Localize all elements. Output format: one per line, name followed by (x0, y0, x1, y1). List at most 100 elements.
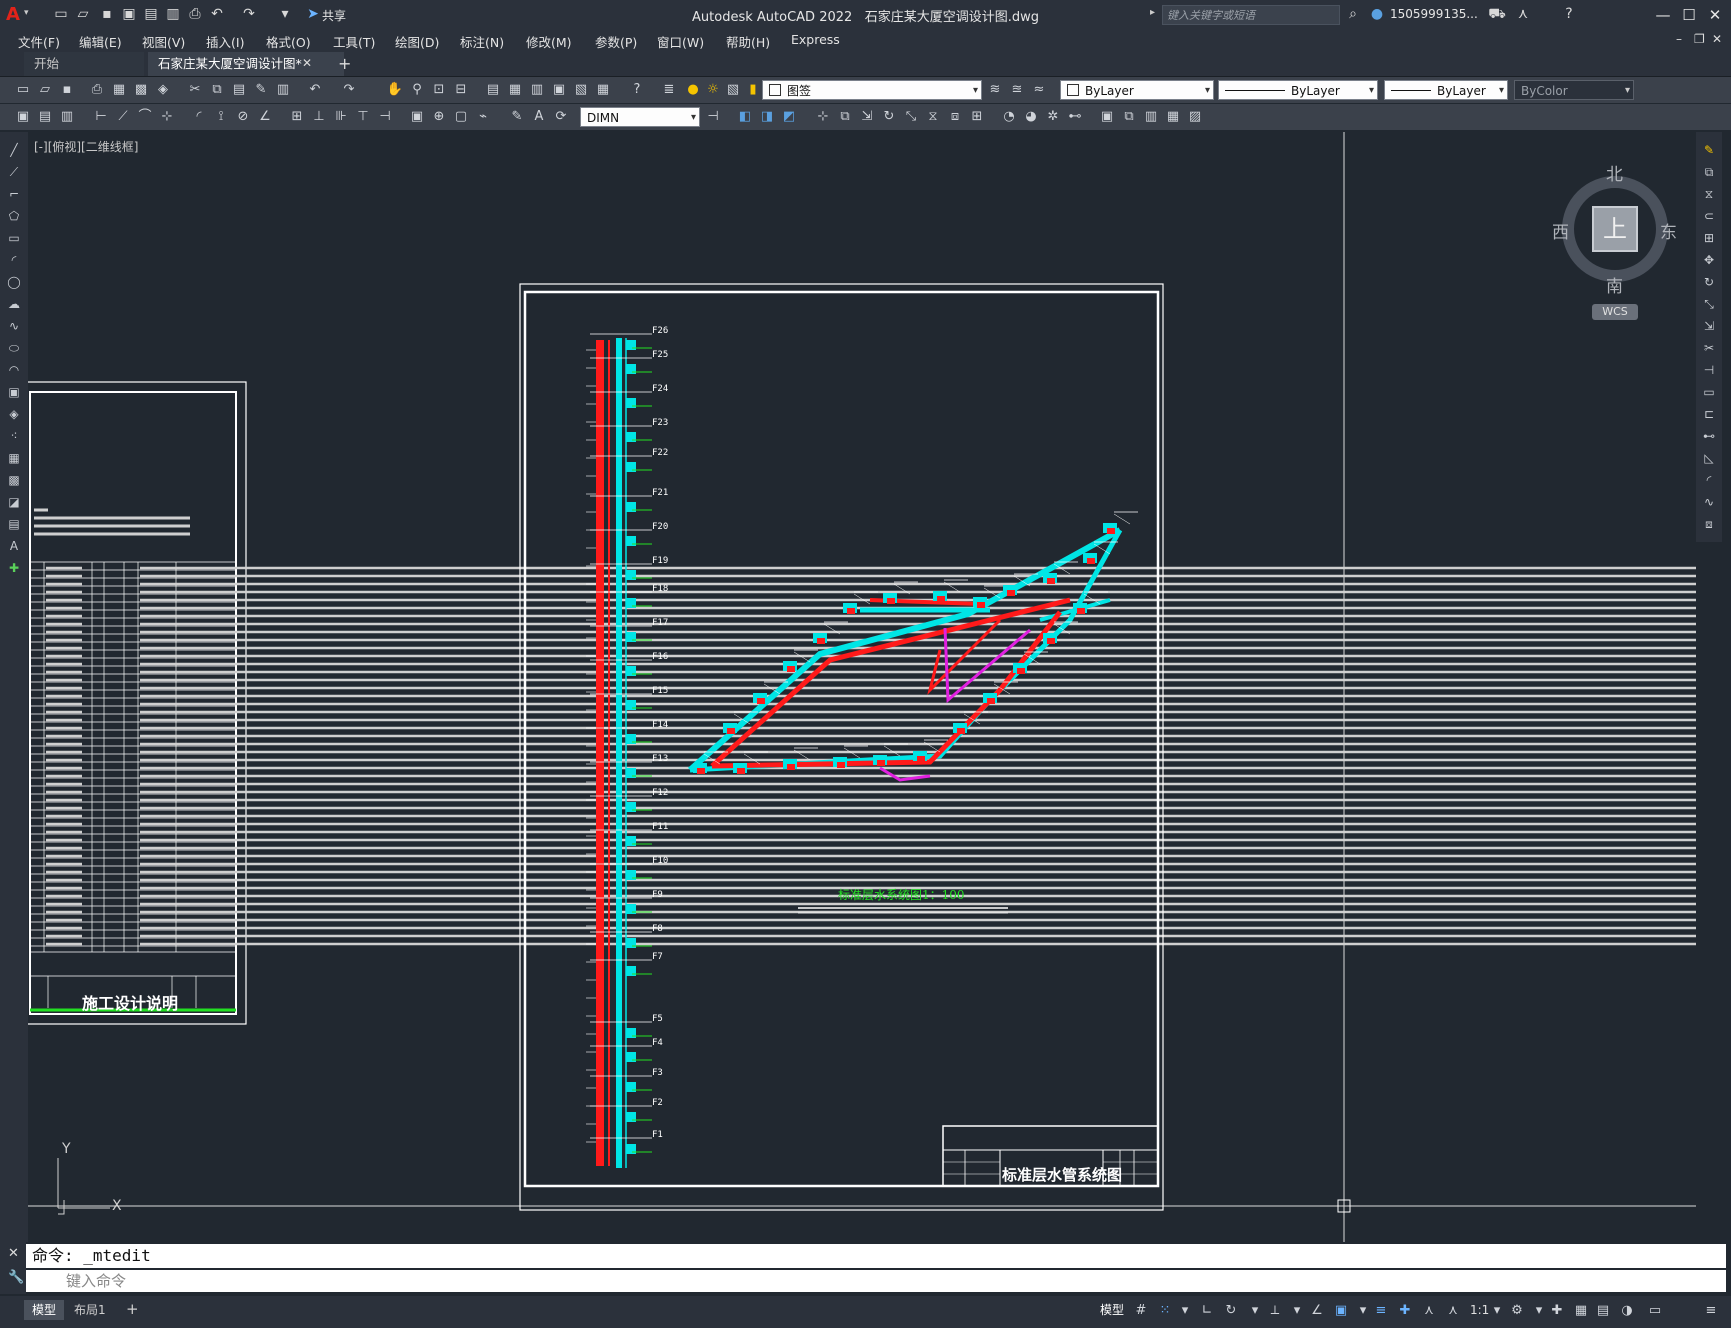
redo-icon[interactable]: ↷ (340, 81, 358, 99)
revcloud-icon[interactable]: ☁ (6, 296, 22, 312)
chamfer-icon[interactable]: ◕ (1022, 108, 1040, 126)
layer-state-icon[interactable]: ≈ (1030, 81, 1048, 99)
add-selected-icon[interactable]: ✚ (6, 560, 22, 576)
make-block-icon[interactable]: ◈ (6, 406, 22, 422)
properties-icon[interactable]: ▤ (484, 81, 502, 99)
stretch-icon[interactable]: ⇲ (1701, 318, 1717, 334)
customize-menu-icon[interactable]: ≡ (1702, 1302, 1720, 1320)
layer-previous-icon[interactable]: ≊ (1008, 81, 1026, 99)
offset-icon[interactable]: ⊂ (1701, 208, 1717, 224)
array-icon[interactable]: ⊞ (1701, 230, 1717, 246)
close-command-icon[interactable]: ✕ (8, 1246, 19, 1261)
polygon-icon[interactable]: ⬠ (6, 208, 22, 224)
lineweight-icon[interactable]: ≡ (1372, 1302, 1390, 1320)
compass-south[interactable]: 南 (1606, 272, 1623, 297)
pan-icon[interactable]: ✋ (386, 81, 404, 99)
grid-icon[interactable]: # (1132, 1302, 1150, 1320)
arc-length-icon[interactable]: ⌒ (136, 108, 154, 126)
share-button[interactable]: 共享 (322, 7, 346, 24)
insert-block-icon[interactable]: ▣ (1098, 108, 1116, 126)
zoom-window-icon[interactable]: ⊡ (430, 81, 448, 99)
more-icon[interactable]: ▾ (276, 5, 294, 23)
copy-icon[interactable]: ⧉ (1701, 164, 1717, 180)
minimize-icon[interactable]: — (1652, 4, 1674, 26)
help-icon[interactable]: ? (628, 81, 646, 99)
auto-scale-icon[interactable]: ⋏ (1444, 1302, 1462, 1320)
search-icon[interactable]: ⌕ (1344, 5, 1362, 23)
viewcube-face[interactable]: 上 (1592, 206, 1638, 252)
aligned-dim-icon[interactable]: ⟋ (114, 108, 132, 126)
spline-icon[interactable]: ∿ (6, 318, 22, 334)
menu-insert[interactable]: 插入(I) (206, 32, 244, 51)
lineweight-dropdown[interactable]: ByLayer ▾ (1384, 80, 1508, 100)
line-icon[interactable]: ╱ (6, 142, 22, 158)
save-as-icon[interactable]: ▣ (120, 5, 138, 23)
make-current-icon[interactable]: ≋ (986, 81, 1004, 99)
isolate-objects-icon[interactable]: ◑ (1618, 1302, 1636, 1320)
layer-lock-icon[interactable]: ▮ (744, 81, 762, 99)
annotation-scale[interactable]: 1:1 (1470, 1303, 1489, 1317)
menu-help[interactable]: 帮助(H) (726, 32, 770, 51)
undo-icon[interactable]: ↶ (208, 5, 226, 23)
doc-restore-icon[interactable]: ❐ (1694, 32, 1705, 46)
mirror-icon[interactable]: ⧖ (924, 108, 942, 126)
stretch-icon[interactable]: ⇲ (858, 108, 876, 126)
scale-icon[interactable]: ⤡ (902, 108, 920, 126)
3d-print-icon[interactable]: ◈ (154, 81, 172, 99)
table-style-icon[interactable]: ▤ (36, 108, 54, 126)
menu-file[interactable]: 文件(F) (18, 32, 60, 51)
ellipse-arc-icon[interactable]: ◠ (6, 362, 22, 378)
close-icon[interactable]: ✕ (1704, 4, 1726, 26)
point-icon[interactable]: ⁖ (6, 428, 22, 444)
sheet-set-icon[interactable]: ▣ (550, 81, 568, 99)
design-center-icon[interactable]: ▦ (506, 81, 524, 99)
compass-north[interactable]: 北 (1606, 160, 1623, 185)
tool-palettes-icon[interactable]: ▥ (528, 81, 546, 99)
circle-icon[interactable]: ◯ (6, 274, 22, 290)
preview-icon[interactable]: ▦ (110, 81, 128, 99)
center-mark-icon[interactable]: ⊕ (430, 108, 448, 126)
open-icon[interactable]: ▱ (36, 81, 54, 99)
diameter-dim-icon[interactable]: ⊘ (234, 108, 252, 126)
trim-icon[interactable]: ✂ (1701, 340, 1717, 356)
layer-properties-icon[interactable]: ≣ (660, 81, 678, 99)
fillet-icon[interactable]: ◔ (1000, 108, 1018, 126)
ordinate-dim-icon[interactable]: ⊹ (158, 108, 176, 126)
isodraft-icon[interactable]: ⟂ (1266, 1302, 1284, 1320)
arc-icon[interactable]: ◜ (6, 252, 22, 268)
multileader-style-icon[interactable]: ▥ (58, 108, 76, 126)
compass-west[interactable]: 西 (1552, 218, 1569, 243)
clean-screen-icon[interactable]: ▭ (1646, 1302, 1664, 1320)
paste-icon[interactable]: ▤ (230, 81, 248, 99)
wipeout-icon[interactable]: ▨ (1186, 108, 1204, 126)
move-icon[interactable]: ✥ (1701, 252, 1717, 268)
dim-update-icon[interactable]: ⟳ (552, 108, 570, 126)
dim-break-icon[interactable]: ⊣ (376, 108, 394, 126)
tolerance-icon[interactable]: ▣ (408, 108, 426, 126)
plot-icon[interactable]: ⎙ (186, 5, 204, 23)
tab-start[interactable]: 开始 (24, 52, 144, 76)
scale-dropdown-icon[interactable]: ▾ (1488, 1302, 1506, 1320)
workspace-gear-icon[interactable]: ⚙ (1508, 1302, 1526, 1320)
quick-properties-icon[interactable]: ▤ (1594, 1302, 1612, 1320)
save-icon[interactable]: ▪ (98, 5, 116, 23)
open-icon[interactable]: ▱ (74, 5, 92, 23)
save-to-web-icon[interactable]: ▥ (164, 5, 182, 23)
wcs-menu[interactable]: WCS (1592, 304, 1638, 320)
menu-draw[interactable]: 绘图(D) (395, 32, 439, 51)
maximize-icon[interactable]: ☐ (1678, 4, 1700, 26)
zoom-realtime-icon[interactable]: ⚲ (408, 81, 426, 99)
autocad-logo-icon[interactable]: A (6, 4, 20, 25)
move-icon[interactable]: ⊹ (814, 108, 832, 126)
search-input[interactable]: 键入关键字或短语 (1162, 5, 1340, 25)
table-icon[interactable]: ▤ (6, 516, 22, 532)
osnap-dropdown-icon[interactable]: ▾ (1354, 1302, 1372, 1320)
tab-close-icon[interactable]: ✕ (302, 56, 312, 70)
mtext-icon[interactable]: A (6, 538, 22, 554)
tab-model[interactable]: 模型 (24, 1300, 65, 1320)
workspace-dropdown-icon[interactable]: ▾ (1530, 1302, 1548, 1320)
join-icon[interactable]: ⊷ (1066, 108, 1084, 126)
annotation-monitor-icon[interactable]: ✚ (1396, 1302, 1414, 1320)
style-icon[interactable]: ▣ (14, 108, 32, 126)
menu-format[interactable]: 格式(O) (266, 32, 311, 51)
